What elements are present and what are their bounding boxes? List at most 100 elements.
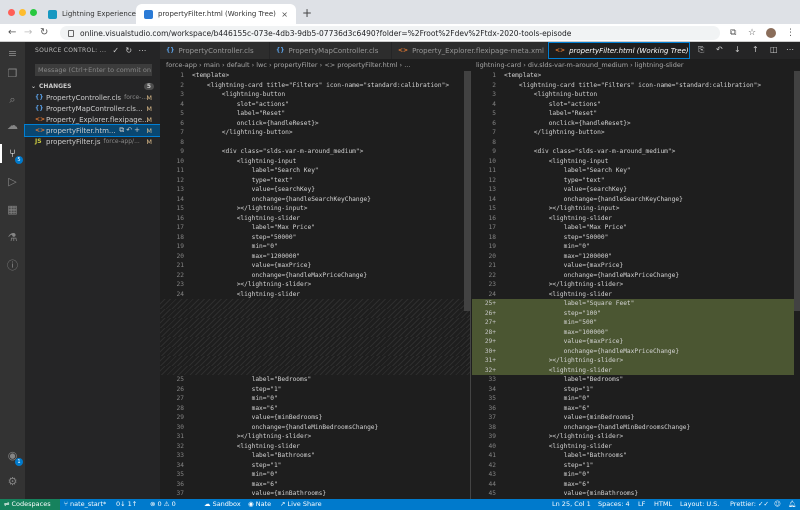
code-line[interactable]: 16 <lightning-slider	[160, 214, 470, 224]
diff-gap-line[interactable]	[160, 356, 470, 366]
editor-tab[interactable]: {} PropertyController.cls	[160, 42, 270, 59]
code-line[interactable]: 9 <div class="slds-var-m-around_medium">	[472, 147, 794, 157]
code-line[interactable]: 1 <template>	[472, 71, 794, 81]
code-line[interactable]: 10 <lightning-input	[160, 157, 470, 167]
close-window-button[interactable]	[8, 9, 15, 16]
code-line[interactable]: 41 label="Bathrooms"	[472, 451, 794, 461]
source-control-icon[interactable]: ⑂ 5	[0, 144, 23, 164]
code-line[interactable]: 4 slot="actions"	[160, 100, 470, 110]
code-line[interactable]: 5 label="Reset"	[160, 109, 470, 119]
user-indicator[interactable]: ◉ Nate	[248, 499, 271, 510]
line-ending[interactable]: LF	[638, 499, 645, 510]
code-line[interactable]: 27 min="0"	[160, 394, 470, 404]
reload-icon[interactable]: ↻	[40, 27, 48, 38]
feedback-icon[interactable]: ☺	[774, 499, 781, 510]
code-line[interactable]: 15 ></lightning-input>	[472, 204, 794, 214]
code-line[interactable]: 17 label="Max Price"	[160, 223, 470, 233]
code-line[interactable]: 23 ></lightning-slider>	[472, 280, 794, 290]
refresh-icon[interactable]: ↻	[125, 46, 132, 55]
language-mode[interactable]: HTML	[654, 499, 672, 510]
code-line[interactable]: 34 step="1"	[160, 461, 470, 471]
code-line[interactable]: 20 max="1200000"	[472, 252, 794, 262]
bookmark-star-icon[interactable]: ☆	[748, 28, 756, 38]
code-line[interactable]: 11 label="Search Key"	[472, 166, 794, 176]
diff-gap-line[interactable]	[160, 337, 470, 347]
code-line[interactable]: 5 label="Reset"	[472, 109, 794, 119]
added-code-line[interactable]: 28+ max="100000"	[472, 327, 794, 337]
editor-tab-active[interactable]: <> propertyFilter.html (Working Tree)	[548, 42, 690, 59]
code-line[interactable]: 42 step="1"	[472, 461, 794, 471]
code-line[interactable]: 29 value={minBedrooms}	[160, 413, 470, 423]
diff-modified-pane[interactable]: 1 <template> 2 <lightning-card title="Filt…	[472, 71, 794, 499]
close-icon[interactable]: ×	[281, 10, 288, 19]
code-line[interactable]: 9 <div class="slds-var-m-around_medium">	[160, 147, 470, 157]
code-line[interactable]: 13 value={searchKey}	[160, 185, 470, 195]
new-tab-button[interactable]: +	[302, 6, 312, 20]
maximize-window-button[interactable]	[30, 9, 37, 16]
code-line[interactable]: 18 step="50000"	[472, 233, 794, 243]
code-line[interactable]: 44 max="6"	[472, 480, 794, 490]
code-line[interactable]: 38 onchange={handleMinBedroomsChange}	[472, 423, 794, 433]
cursor-position[interactable]: Ln 25, Col 1	[552, 499, 591, 510]
scrollbar[interactable]	[794, 71, 800, 311]
code-line[interactable]: 25 label="Bedrooms"	[160, 375, 470, 385]
editor-tab[interactable]: {} PropertyMapController.cls	[270, 42, 392, 59]
code-line[interactable]: 35 min="0"	[160, 470, 470, 480]
arrow-down-icon[interactable]: ↓	[734, 45, 741, 54]
code-line[interactable]: 2 <lightning-card title="Filters" icon-n…	[472, 81, 794, 91]
bell-icon[interactable]: 🔔︎	[788, 499, 796, 510]
keyboard-layout[interactable]: Layout: U.S.	[680, 499, 719, 510]
code-line[interactable]: 12 type="text"	[160, 176, 470, 186]
code-line[interactable]: 18 step="50000"	[160, 233, 470, 243]
sync-indicator[interactable]: 0↓ 1↑	[116, 499, 137, 510]
diff-gap-line[interactable]	[160, 299, 470, 309]
changed-file-item[interactable]: {} PropertyController.cls force-... M	[25, 92, 160, 103]
code-line[interactable]: 20 max="1200000"	[160, 252, 470, 262]
code-line[interactable]: 40 <lightning-slider	[472, 442, 794, 452]
code-line[interactable]: 21 value={maxPrice}	[472, 261, 794, 271]
editor-tab[interactable]: <> Property_Explorer.flexipage-meta.xml	[392, 42, 548, 59]
changes-header[interactable]: ⌄ CHANGES 5	[25, 80, 160, 92]
code-line[interactable]: 10 <lightning-input	[472, 157, 794, 167]
added-code-line[interactable]: 29+ value={maxPrice}	[472, 337, 794, 347]
changed-file-item[interactable]: {} PropertyMapController.cls... M	[25, 103, 160, 114]
browser-tab-vscode[interactable]: propertyFilter.html (Working Tree) ×	[136, 4, 296, 24]
code-line[interactable]: 17 label="Max Price"	[472, 223, 794, 233]
code-line[interactable]: 11 label="Search Key"	[160, 166, 470, 176]
sandbox-indicator[interactable]: ☁ Sandbox	[204, 499, 241, 510]
more-actions-icon[interactable]: ⋯	[786, 45, 794, 54]
code-line[interactable]: 8	[472, 138, 794, 148]
search-icon[interactable]: ⌕	[5, 92, 20, 107]
split-editor-icon[interactable]: ◫	[770, 45, 778, 54]
code-line[interactable]: 24 <lightning-slider	[160, 290, 470, 300]
code-line[interactable]: 36 max="6"	[472, 404, 794, 414]
code-line[interactable]: 37 value={minBedrooms}	[472, 413, 794, 423]
scrollbar[interactable]	[464, 71, 470, 311]
code-line[interactable]: 7 </lightning-button>	[472, 128, 794, 138]
code-line[interactable]: 34 step="1"	[472, 385, 794, 395]
code-line[interactable]: 3 <lightning-button	[472, 90, 794, 100]
back-icon[interactable]: ←	[8, 27, 16, 38]
code-line[interactable]: 37 value={minBathrooms}	[160, 489, 470, 499]
code-line[interactable]: 19 min="0"	[472, 242, 794, 252]
added-code-line[interactable]: 30+ onchange={handleMaxPriceChange}	[472, 346, 794, 356]
commit-check-icon[interactable]: ✓	[112, 46, 119, 55]
gear-icon[interactable]: ⚙	[5, 474, 20, 489]
code-line[interactable]: 30 onchange={handleMinBedroomsChange}	[160, 423, 470, 433]
code-line[interactable]: 6 onclick={handleReset}>	[472, 119, 794, 129]
run-icon[interactable]: ▷	[5, 174, 20, 189]
live-share-button[interactable]: ↗ Live Share	[280, 499, 322, 510]
chrome-menu-icon[interactable]: ⋮	[786, 28, 795, 38]
diff-gap-line[interactable]	[160, 327, 470, 337]
minimize-window-button[interactable]	[19, 9, 26, 16]
breadcrumb-right[interactable]: lightning-card › div.slds-var-m-around_m…	[476, 59, 796, 71]
diff-gap-line[interactable]	[160, 346, 470, 356]
code-line[interactable]: 35 min="0"	[472, 394, 794, 404]
menu-icon[interactable]: ≡	[5, 46, 20, 61]
code-line[interactable]: 14 onchange={handleSearchKeyChange}	[472, 195, 794, 205]
code-line[interactable]: 45 value={minBathrooms}	[472, 489, 794, 499]
added-code-line[interactable]: 27+ min="500"	[472, 318, 794, 328]
open-in-app-icon[interactable]: ⧉	[730, 28, 736, 38]
code-line[interactable]: 36 max="6"	[160, 480, 470, 490]
code-line[interactable]: 22 onchange={handleMaxPriceChange}	[472, 271, 794, 281]
